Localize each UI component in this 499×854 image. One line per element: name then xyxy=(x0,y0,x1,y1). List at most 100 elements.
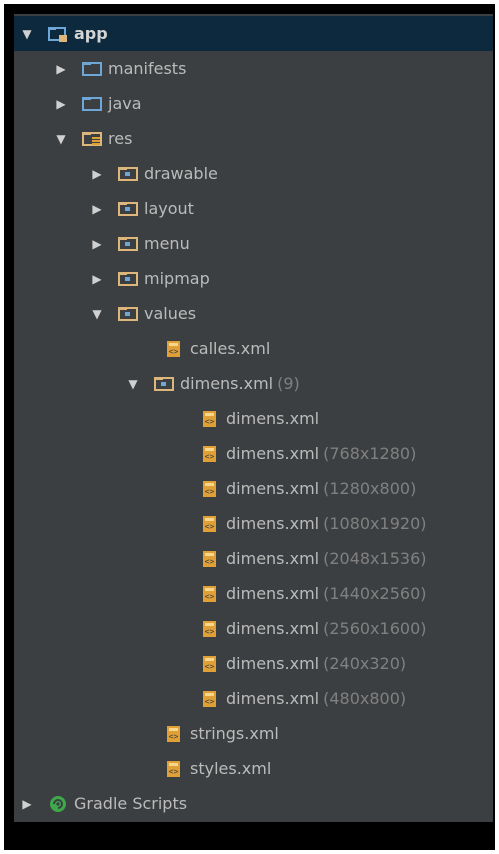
xml-file-icon: <> xyxy=(203,655,216,672)
tree-item-mipmap[interactable]: ▶ mipmap xyxy=(14,261,493,296)
tree-item-dimens-file[interactable]: <> dimens.xml (240x320) xyxy=(14,646,493,681)
resource-folder-icon xyxy=(118,271,138,286)
svg-text:<>: <> xyxy=(205,697,215,706)
tree-item-label: dimens.xml xyxy=(226,479,320,498)
tree-item-gradle-scripts[interactable]: ▶ Gradle Scripts xyxy=(14,786,493,821)
tree-item-dimens-file[interactable]: <> dimens.xml (2560x1600) xyxy=(14,611,493,646)
tree-item-label: dimens.xml xyxy=(226,549,320,568)
tree-item-app[interactable]: ▼ app xyxy=(14,16,493,51)
svg-text:<>: <> xyxy=(205,452,215,461)
screen-qualifier: (480x800) xyxy=(323,689,407,708)
svg-text:<>: <> xyxy=(205,487,215,496)
tree-item-strings-xml[interactable]: <> strings.xml xyxy=(14,716,493,751)
module-folder-icon xyxy=(48,26,67,42)
svg-text:<>: <> xyxy=(205,627,215,636)
tree-item-drawable[interactable]: ▶ drawable xyxy=(14,156,493,191)
resource-folder-icon xyxy=(118,166,138,181)
xml-file-icon: <> xyxy=(167,760,180,777)
tree-item-dimens-file[interactable]: <> dimens.xml xyxy=(14,401,493,436)
collapsed-arrow-icon[interactable]: ▶ xyxy=(90,202,104,216)
tree-item-values[interactable]: ▼ values xyxy=(14,296,493,331)
tree-item-label: calles.xml xyxy=(190,339,271,358)
tree-item-label: menu xyxy=(144,234,190,253)
resource-folder-icon xyxy=(118,236,138,251)
gradle-icon xyxy=(50,795,66,812)
screen-qualifier: (1280x800) xyxy=(323,479,417,498)
xml-file-icon: <> xyxy=(203,480,216,497)
file-count: (9) xyxy=(277,374,300,393)
expand-arrow-icon[interactable]: ▼ xyxy=(20,27,34,41)
tree-item-java[interactable]: ▶ java xyxy=(14,86,493,121)
tree-item-dimens-file[interactable]: <> dimens.xml (1280x800) xyxy=(14,471,493,506)
tree-item-label: java xyxy=(108,94,142,113)
resource-folder-icon xyxy=(154,376,174,391)
tree-item-dimens-file[interactable]: <> dimens.xml (480x800) xyxy=(14,681,493,716)
project-tree-panel: ▼ app ▶ manifests ▶ java ▼ res ▶ drawabl… xyxy=(14,14,493,822)
tree-item-label: dimens.xml xyxy=(226,584,320,603)
xml-file-icon: <> xyxy=(203,515,216,532)
tree-item-label: layout xyxy=(144,199,194,218)
tree-item-label: dimens.xml xyxy=(226,654,320,673)
collapsed-arrow-icon[interactable]: ▶ xyxy=(54,97,68,111)
tree-item-layout[interactable]: ▶ layout xyxy=(14,191,493,226)
tree-item-label: res xyxy=(108,129,133,148)
svg-text:<>: <> xyxy=(205,557,215,566)
expand-arrow-icon[interactable]: ▼ xyxy=(54,132,68,146)
screen-qualifier: (240x320) xyxy=(323,654,407,673)
tree-item-label: dimens.xml xyxy=(226,444,320,463)
tree-item-manifests[interactable]: ▶ manifests xyxy=(14,51,493,86)
tree-item-menu[interactable]: ▶ menu xyxy=(14,226,493,261)
collapsed-arrow-icon[interactable]: ▶ xyxy=(54,62,68,76)
xml-file-icon: <> xyxy=(203,410,216,427)
tree-item-label: dimens.xml xyxy=(226,409,320,428)
tree-item-dimens-group[interactable]: ▼ dimens.xml (9) xyxy=(14,366,493,401)
tree-item-styles-xml[interactable]: <> styles.xml xyxy=(14,751,493,786)
svg-text:<>: <> xyxy=(205,662,215,671)
xml-file-icon: <> xyxy=(203,690,216,707)
screen-qualifier: (1440x2560) xyxy=(323,584,427,603)
collapsed-arrow-icon[interactable]: ▶ xyxy=(90,272,104,286)
svg-text:<>: <> xyxy=(169,732,179,741)
tree-item-label: strings.xml xyxy=(190,724,279,743)
tree-item-label: dimens.xml xyxy=(180,374,274,393)
folder-icon xyxy=(82,61,102,76)
screen-qualifier: (1080x1920) xyxy=(323,514,427,533)
resource-folder-icon xyxy=(118,201,138,216)
tree-item-label: app xyxy=(74,24,108,43)
screen-qualifier: (2560x1600) xyxy=(323,619,427,638)
screen-qualifier: (768x1280) xyxy=(323,444,417,463)
svg-text:<>: <> xyxy=(169,347,179,356)
tree-item-dimens-file[interactable]: <> dimens.xml (1440x2560) xyxy=(14,576,493,611)
tree-item-label: values xyxy=(144,304,197,323)
resource-folder-icon xyxy=(82,131,102,146)
expand-arrow-icon[interactable]: ▼ xyxy=(90,307,104,321)
tree-item-label: dimens.xml xyxy=(226,689,320,708)
screen-qualifier: (2048x1536) xyxy=(323,549,427,568)
collapsed-arrow-icon[interactable]: ▶ xyxy=(90,167,104,181)
svg-text:<>: <> xyxy=(205,417,215,426)
tree-item-label: styles.xml xyxy=(190,759,272,778)
tree-item-label: Gradle Scripts xyxy=(74,794,188,813)
xml-file-icon: <> xyxy=(203,445,216,462)
tree-item-res[interactable]: ▼ res xyxy=(14,121,493,156)
svg-text:<>: <> xyxy=(205,592,215,601)
tree-item-label: drawable xyxy=(144,164,218,183)
folder-icon xyxy=(82,96,102,111)
tree-item-dimens-file[interactable]: <> dimens.xml (1080x1920) xyxy=(14,506,493,541)
xml-file-icon: <> xyxy=(167,340,180,357)
tree-item-dimens-file[interactable]: <> dimens.xml (2048x1536) xyxy=(14,541,493,576)
tree-item-label: dimens.xml xyxy=(226,619,320,638)
xml-file-icon: <> xyxy=(167,725,180,742)
svg-text:<>: <> xyxy=(205,522,215,531)
tree-item-calles-xml[interactable]: <> calles.xml xyxy=(14,331,493,366)
collapsed-arrow-icon[interactable]: ▶ xyxy=(20,797,34,811)
tree-item-label: dimens.xml xyxy=(226,514,320,533)
expand-arrow-icon[interactable]: ▼ xyxy=(126,377,140,391)
xml-file-icon: <> xyxy=(203,585,216,602)
tree-item-label: mipmap xyxy=(144,269,210,288)
xml-file-icon: <> xyxy=(203,550,216,567)
collapsed-arrow-icon[interactable]: ▶ xyxy=(90,237,104,251)
tree-item-dimens-file[interactable]: <> dimens.xml (768x1280) xyxy=(14,436,493,471)
resource-folder-icon xyxy=(118,306,138,321)
tree-item-label: manifests xyxy=(108,59,187,78)
